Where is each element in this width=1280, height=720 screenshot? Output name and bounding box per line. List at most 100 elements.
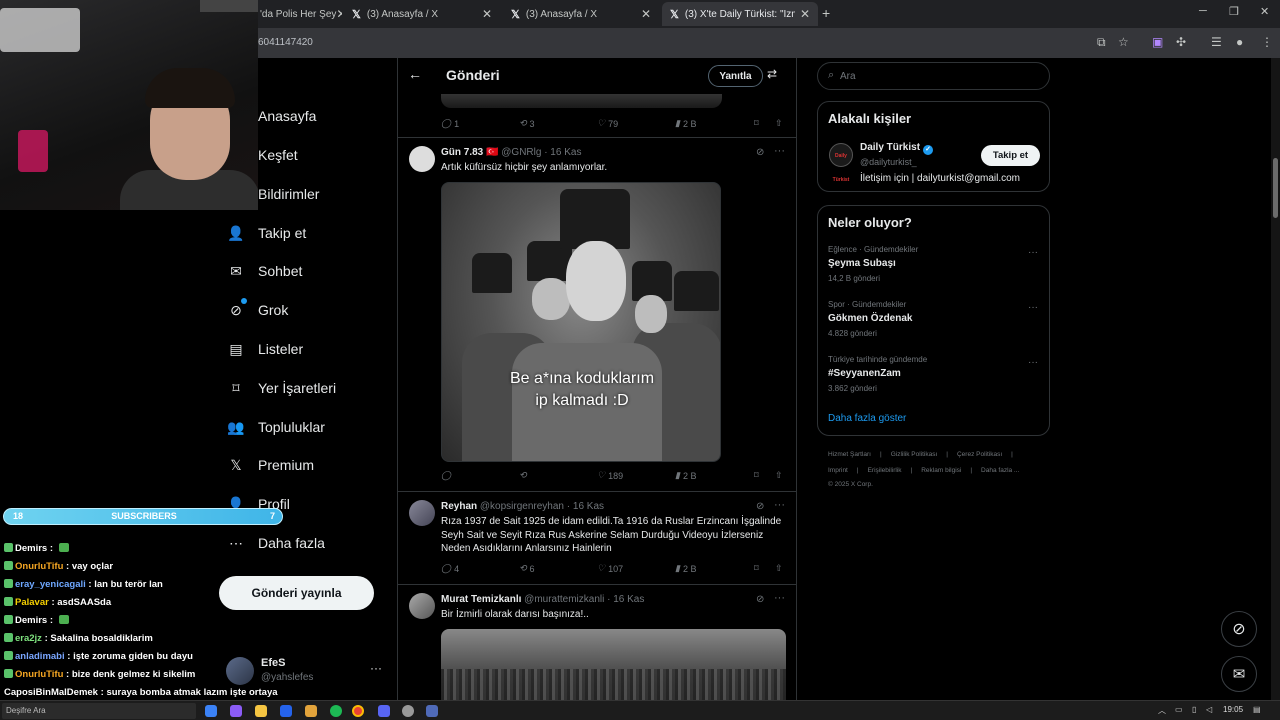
app-icon[interactable] [426,705,438,717]
chat-username[interactable]: era2jz [15,633,42,644]
folder-icon[interactable] [305,705,317,717]
footer-link[interactable]: Çerez Politikası [957,451,1002,458]
avatar[interactable] [409,593,435,619]
sidebar-item-1[interactable]: ⌂Anasayfa [226,101,316,131]
sidebar-item-12[interactable]: ⋯ Daha fazla [226,528,325,558]
chat-username[interactable]: Demirs [15,615,47,626]
author-name[interactable]: Gün 7.83 [441,147,483,158]
more-icon[interactable]: ··· [774,499,785,511]
more-icon[interactable]: ··· [774,145,785,157]
profile-avatar-icon[interactable]: ● [1236,35,1243,49]
person-handle[interactable]: @dailyturkist_ [860,157,917,167]
author-handle[interactable]: @murattemizkanli · 16 Kas [524,594,644,605]
trend-name[interactable]: Gökmen Özdenak [828,313,1038,324]
search-input[interactable]: ⌕ Ara [817,62,1050,90]
more-icon[interactable]: ··· [774,592,785,604]
views-action[interactable]: ▮ 2 B [675,563,696,574]
close-icon[interactable]: ✕ [336,7,342,21]
grok-icon[interactable]: ⊘ [756,594,764,605]
clock[interactable]: 19:05 [1223,705,1243,714]
chat-username[interactable]: anladimabi [15,651,65,662]
like-action[interactable]: ♡ 107 [597,563,623,574]
extension-icon[interactable]: ▣ [1152,35,1163,49]
browser-tab[interactable]: 'da Polis Her Şey ✕ [252,2,342,26]
install-icon[interactable]: ⧉ [1097,35,1106,50]
browser-tab-active[interactable]: 𝕏 (3) X'te Daily Türkist: "İzmir Kar ✕ [662,2,818,26]
chrome-icon[interactable] [352,705,364,717]
tweet[interactable]: Murat Temizkanlı @murattemizkanli · 16 K… [398,592,796,700]
post-button[interactable]: Gönderi yayınla [219,576,374,610]
sidebar-item-7[interactable]: ▤ Listeler [226,334,303,364]
taskbar-search[interactable]: Deşifre Ara [2,703,196,719]
reading-list-icon[interactable]: ☰ [1211,35,1222,49]
chat-username[interactable]: eray_yenicagali [15,579,86,590]
back-arrow-icon[interactable]: ← [408,66,422,82]
trend-name[interactable]: #SeyyanenZam [828,368,1038,379]
sidebar-item-5[interactable]: ✉ Sohbet [226,256,302,286]
browser-tab[interactable]: 𝕏 (3) Anasayfa / X ✕ [503,2,659,26]
like-action[interactable]: ♡ 79 [597,118,618,129]
sidebar-item-6[interactable]: ⊘ Grok [226,295,288,325]
reply-action[interactable]: ◯ 1 [441,118,459,129]
footer-link[interactable]: Daha fazla ... [981,467,1019,474]
author-name[interactable]: Reyhan [441,501,477,512]
follow-button[interactable]: Takip et [981,145,1040,166]
more-icon[interactable]: ··· [370,661,382,675]
maximize-icon[interactable]: ❐ [1229,5,1239,18]
sidebar-item-4[interactable]: 👤 Takip et [226,218,306,248]
app-icon[interactable] [280,705,292,717]
sidebar-item-2[interactable]: ⌕Keşfet [226,140,298,170]
messages-button[interactable]: ✉ [1221,656,1257,692]
reply-action[interactable]: ◯ [441,470,451,481]
repost-action[interactable]: ⟲ 6 [519,563,535,574]
edge-icon[interactable] [205,705,217,717]
footer-link[interactable]: Gizlilik Politikası [891,451,938,458]
close-icon[interactable]: ✕ [641,7,651,21]
close-window-icon[interactable]: ✕ [1260,5,1269,18]
star-icon[interactable]: ☆ [1118,35,1129,49]
repost-action[interactable]: ⟲ [519,470,527,481]
avatar[interactable] [409,146,435,172]
chat-username[interactable]: OnurluTifu [15,561,63,572]
footer-link[interactable]: Hizmet Şartları [828,451,871,458]
share-icon[interactable]: ⇧ [775,118,783,129]
scrollbar[interactable] [1271,58,1280,700]
url-field[interactable]: 6041147420 [258,37,313,48]
bookmark-icon[interactable]: ⌑ [754,563,759,574]
author-name[interactable]: Murat Temizkanlı [441,594,521,605]
notification-icon[interactable]: ▤ [1253,705,1261,714]
filter-icon[interactable]: ⇄ [767,67,777,81]
mic-icon[interactable]: ▯ [1192,705,1196,714]
like-action[interactable]: ♡ 189 [597,470,623,481]
views-action[interactable]: ▮ 2 B [675,118,696,129]
spotify-icon[interactable] [330,705,342,717]
sidebar-item-8[interactable]: ⌑ Yer İşaretleri [226,373,336,403]
chat-username[interactable]: Demirs [15,543,47,554]
previous-media[interactable] [441,94,722,108]
browser-tab[interactable]: 𝕏 (3) Anasayfa / X ✕ [344,2,500,26]
tweet-image[interactable] [441,629,786,700]
trend-name[interactable]: Şeyma Subaşı [828,258,1038,269]
sidebar-item-9[interactable]: 👥 Topluluklar [226,412,325,442]
footer-link[interactable]: Erişilebilirlik [868,467,902,474]
person-name-row[interactable]: Daily Türkist ✓ [860,142,934,155]
views-action[interactable]: ▮ 2 B [675,470,696,481]
reply-button[interactable]: Yanıtla [708,65,763,87]
tweet-image[interactable]: Be a*ına koduklarım ip kalmadı :D [441,182,721,462]
network-icon[interactable]: ▭ [1175,705,1183,714]
show-more-link[interactable]: Daha fazla göster [828,413,906,424]
trend-item[interactable]: Eğlence · Gündemdekiler Şeyma Subaşı 14,… [828,245,1038,283]
app-icon[interactable] [230,705,242,717]
reply-action[interactable]: ◯ 4 [441,563,459,574]
new-tab-button[interactable]: + [822,5,830,21]
puzzle-icon[interactable]: ✣ [1176,35,1186,49]
share-icon[interactable]: ⇧ [775,563,783,574]
volume-icon[interactable]: ◁ [1206,705,1212,714]
chat-username[interactable]: CaposiBinMalDemek [4,687,98,698]
repost-action[interactable]: ⟲ 3 [519,118,535,129]
author-handle[interactable]: @kopsirgenreyhan · 16 Kas [480,501,604,512]
scrollbar-thumb[interactable] [1273,158,1278,218]
author-handle[interactable]: @GNRlg · 16 Kas [501,147,581,158]
footer-link[interactable]: Imprint [828,467,848,474]
grok-icon[interactable]: ⊘ [756,501,764,512]
